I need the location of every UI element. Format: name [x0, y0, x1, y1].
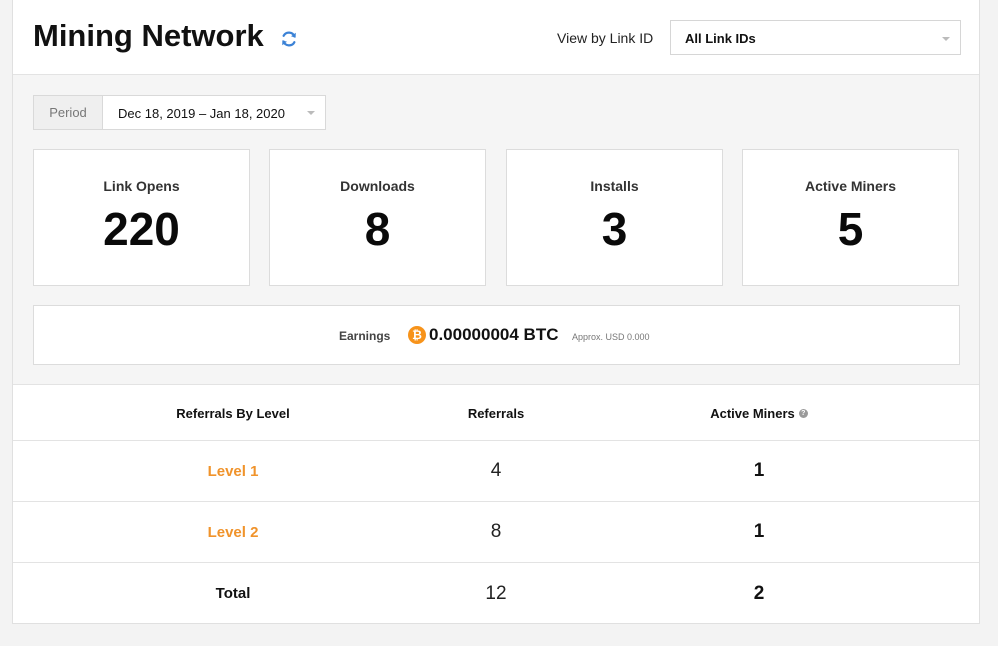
bitcoin-icon: ₿	[408, 326, 426, 344]
level-cell: Level 1	[133, 441, 333, 501]
level-cell: Level 2	[133, 502, 333, 562]
active-miners-cell: 1	[659, 502, 859, 562]
earnings-panel: Earnings ₿ 0.00000004 BTC Approx. USD 0.…	[33, 305, 960, 365]
referrals-cell: 4	[396, 441, 596, 501]
page-title: Mining Network	[33, 18, 264, 53]
table-row: Level 1 4 1	[13, 441, 979, 502]
stat-label: Installs	[590, 178, 639, 194]
total-referrals-value: 12	[485, 582, 507, 604]
referrals-cell: 8	[396, 502, 596, 562]
earnings-value: 0.00000004 BTC	[429, 325, 559, 344]
link-id-select-value: All Link IDs	[685, 31, 756, 46]
period-select[interactable]: Dec 18, 2019 – Jan 18, 2020	[104, 96, 325, 129]
dashboard-content: Period Dec 18, 2019 – Jan 18, 2020 Link …	[13, 75, 979, 385]
header: Mining Network View by Link ID All Link …	[13, 0, 979, 75]
stat-value: 220	[103, 203, 180, 255]
total-label-cell: Total	[133, 563, 333, 624]
column-header-label: Active Miners	[710, 405, 795, 421]
svg-text:₿: ₿	[412, 328, 422, 342]
table-row: Level 2 8 1	[13, 502, 979, 563]
stat-label: Active Miners	[804, 178, 897, 194]
active-miners-value: 1	[753, 460, 765, 481]
link-id-select[interactable]: All Link IDs	[670, 20, 961, 55]
earnings-approx-usd: Approx. USD 0.000	[572, 332, 650, 342]
total-label: Total	[215, 585, 251, 602]
stat-label: Link Opens	[103, 178, 180, 194]
stat-card-downloads: Downloads 8	[269, 149, 486, 286]
active-miners-cell: 2	[659, 563, 859, 624]
stat-card-installs: Installs 3	[506, 149, 723, 286]
chevron-down-icon	[307, 111, 315, 115]
period-select-value: Dec 18, 2019 – Jan 18, 2020	[118, 106, 285, 121]
earnings-label: Earnings	[339, 329, 391, 343]
period-label: Period	[34, 96, 103, 129]
column-header-active-miners: Active Miners ?	[659, 386, 859, 440]
period-picker: Period Dec 18, 2019 – Jan 18, 2020	[33, 95, 326, 130]
referrals-value: 4	[490, 460, 502, 481]
active-miners-cell: 1	[659, 441, 859, 501]
stat-label: Downloads	[340, 178, 415, 194]
total-active-miners-value: 2	[753, 582, 765, 604]
column-header-referrals-by-level: Referrals By Level	[176, 405, 290, 421]
stat-value: 3	[601, 203, 628, 255]
stat-value: 8	[364, 203, 391, 255]
level-1-link[interactable]: Level 1	[208, 463, 259, 480]
table-header-row: Referrals By Level Referrals Active Mine…	[13, 386, 979, 441]
stat-card-active-miners: Active Miners 5	[742, 149, 959, 286]
stat-card-link-opens: Link Opens 220	[33, 149, 250, 286]
view-by-link-id-label: View by Link ID	[557, 30, 654, 46]
chevron-down-icon	[942, 37, 950, 41]
referrals-value: 8	[490, 521, 502, 542]
mining-network-panel: Mining Network View by Link ID All Link …	[12, 0, 980, 624]
help-icon[interactable]: ?	[798, 408, 808, 418]
level-2-link[interactable]: Level 2	[208, 524, 259, 541]
refresh-icon[interactable]	[279, 29, 299, 49]
table-row-total: Total 12 2	[13, 563, 979, 624]
stat-value: 5	[837, 203, 864, 255]
column-header-referrals: Referrals	[467, 405, 525, 421]
referrals-cell: 12	[396, 563, 596, 624]
active-miners-value: 1	[753, 521, 765, 542]
